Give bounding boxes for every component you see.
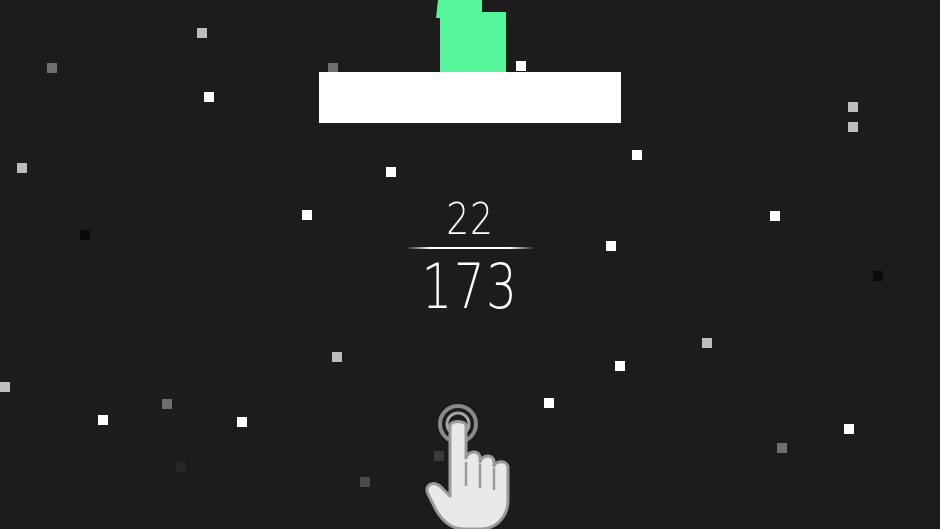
tap-hand-icon [425, 404, 510, 529]
current-score: 22 [446, 194, 494, 245]
particle [873, 271, 883, 281]
particle [615, 361, 625, 371]
best-score: 173 [421, 250, 519, 323]
particle [770, 211, 780, 221]
particle [197, 28, 207, 38]
particle [632, 150, 642, 160]
particle [606, 241, 616, 251]
particle [702, 338, 712, 348]
particle [848, 102, 858, 112]
particle [777, 443, 787, 453]
particle [176, 462, 186, 472]
particle [848, 122, 858, 132]
particle [844, 424, 854, 434]
score-display: 22 173 [400, 195, 540, 321]
particle [302, 210, 312, 220]
particle [332, 352, 342, 362]
particle [544, 398, 554, 408]
platform [319, 72, 621, 123]
particle [162, 399, 172, 409]
particle [17, 163, 27, 173]
particle [360, 477, 370, 487]
particle [0, 382, 10, 392]
player-block-icon [436, 0, 506, 72]
particle [80, 230, 90, 240]
game-canvas[interactable]: 22 173 [0, 0, 940, 529]
particle [204, 92, 214, 102]
particle [516, 61, 526, 71]
particle [98, 415, 108, 425]
particle [237, 417, 247, 427]
particle [386, 167, 396, 177]
score-divider [405, 247, 535, 249]
particle [47, 63, 57, 73]
